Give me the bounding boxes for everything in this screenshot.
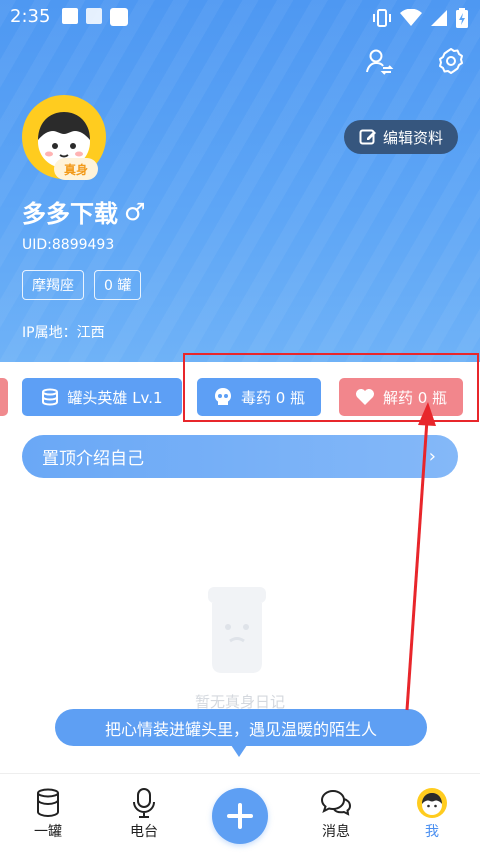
edit-profile-label: 编辑资料: [382, 128, 443, 147]
nav-item-radio[interactable]: 电台: [114, 788, 174, 841]
onboarding-tooltip: 把心情装进罐头里，遇见温暖的陌生人: [55, 709, 427, 746]
nav-label-messages: 消息: [322, 824, 350, 840]
chevron-right-icon: ›: [428, 446, 436, 467]
nav-item-jar[interactable]: 一罐: [18, 788, 78, 841]
jar-stack-icon: [42, 388, 59, 406]
profile-header: 2:35 真身 编辑资料 多多下载 ♂ UID:8899493 摩羯座 0 罐 …: [0, 0, 480, 362]
status-bar: 2:35: [0, 0, 480, 34]
zodiac-tag[interactable]: 摩羯座: [22, 270, 84, 300]
status-time: 2:35: [10, 6, 51, 27]
tooltip-tail: [231, 745, 247, 757]
status-notification-icons: [62, 8, 128, 26]
jar-hero-label: 罐头英雄 Lv.1: [67, 388, 163, 407]
verified-badge: 真身: [54, 158, 98, 180]
edit-pencil-icon: [359, 129, 376, 145]
jar-icon: [37, 788, 59, 818]
profile-tags: 摩羯座 0 罐: [22, 270, 142, 300]
nav-label-me: 我: [425, 824, 439, 840]
battery-icon: [456, 8, 468, 28]
notification-book-icon: [86, 8, 102, 24]
empty-jar-illustration: [208, 587, 266, 673]
edit-profile-button[interactable]: 编辑资料: [344, 120, 458, 154]
bottom-navigation: 一罐 电台 消息 我: [0, 773, 480, 853]
nav-label-jar: 一罐: [34, 824, 62, 840]
pin-intro-label: 置顶介绍自己: [42, 449, 144, 469]
avatar-icon: [417, 788, 447, 818]
nav-label-radio: 电台: [130, 824, 158, 840]
nav-item-me[interactable]: 我: [402, 788, 462, 841]
username: 多多下载 ♂: [22, 194, 146, 229]
nav-item-messages[interactable]: 消息: [306, 788, 366, 841]
signal-icon: [431, 10, 447, 26]
user-id: UID:8899493: [22, 237, 115, 253]
microphone-icon: [133, 788, 155, 818]
vibrate-icon: [373, 9, 391, 27]
partial-chip[interactable]: [0, 378, 8, 416]
create-post-button[interactable]: [212, 788, 268, 844]
jar-count-tag[interactable]: 0 罐: [94, 270, 142, 300]
chat-bubbles-icon: [320, 789, 352, 816]
notification-a-icon: [62, 8, 78, 24]
settings-gear-icon[interactable]: [436, 46, 466, 76]
ip-location: IP属地：江西: [22, 325, 105, 341]
notification-square-icon: [110, 8, 128, 26]
switch-account-icon[interactable]: [364, 46, 394, 76]
status-system-icons: [372, 8, 468, 28]
wifi-icon: [400, 9, 422, 26]
annotation-highlight-box: [183, 353, 479, 422]
plus-icon: [227, 803, 253, 829]
pin-self-intro-button[interactable]: 置顶介绍自己 ›: [22, 435, 458, 478]
username-text: 多多下载: [22, 200, 118, 228]
jar-hero-level-chip[interactable]: 罐头英雄 Lv.1: [22, 378, 182, 416]
gender-male-icon: ♂: [124, 197, 146, 226]
